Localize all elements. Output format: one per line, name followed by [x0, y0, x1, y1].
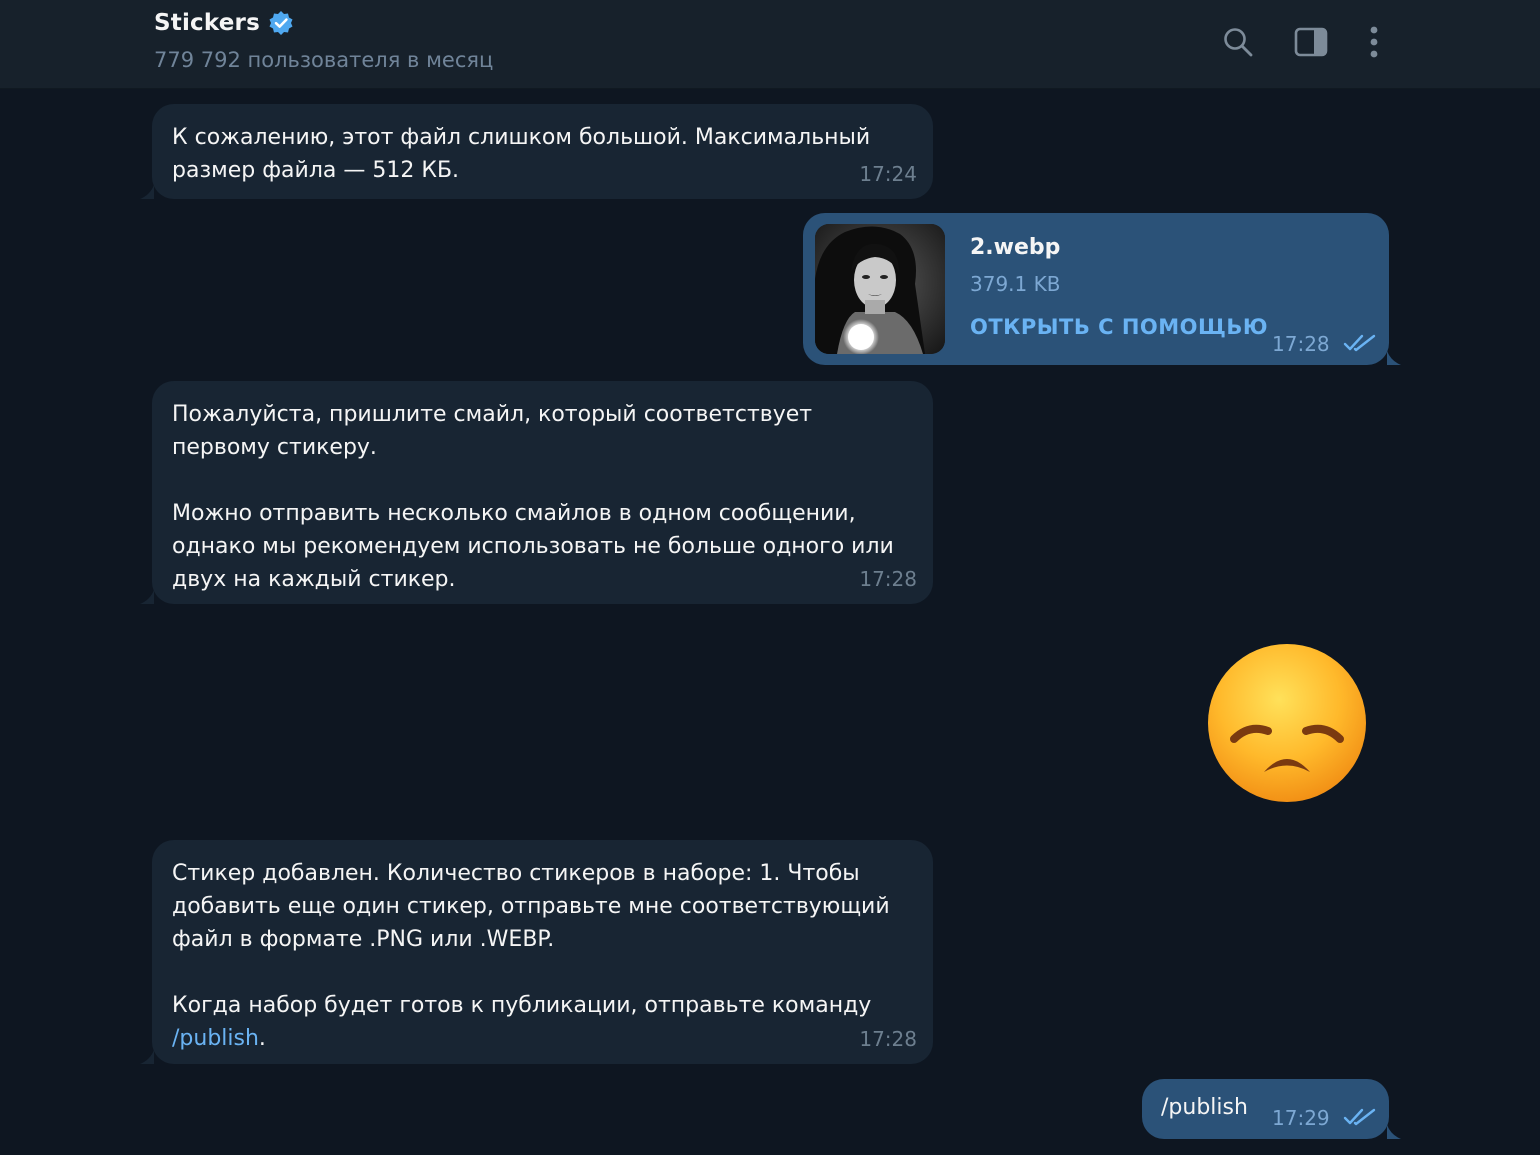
search-icon[interactable] [1218, 22, 1258, 62]
bubble-tail [140, 1050, 154, 1064]
message-time: 17:28 [1272, 332, 1330, 356]
file-size: 379.1 KB [970, 272, 1061, 296]
incoming-message[interactable]: Стикер добавлен. Количество стикеров в н… [140, 840, 933, 1064]
more-vertical-icon[interactable] [1354, 22, 1394, 62]
chat-title-row[interactable]: Stickers [154, 10, 294, 36]
message-time: 17:24 [859, 162, 917, 186]
incoming-message[interactable]: К сожалению, этот файл слишком большой. … [140, 104, 933, 199]
message-text: К сожалению, этот файл слишком большой. … [172, 125, 871, 183]
message-list[interactable]: К сожалению, этот файл слишком большой. … [0, 89, 1540, 1155]
open-with-button[interactable]: ОТКРЫТЬ С ПОМОЩЬЮ [970, 315, 1268, 339]
file-thumbnail[interactable] [815, 224, 945, 354]
chat-header: Stickers 779 792 пользователя в месяц [0, 0, 1540, 89]
bubble-tail [1387, 351, 1401, 365]
bubble-tail [140, 185, 154, 199]
message-text: Когда набор будет готов к публикации, от… [172, 989, 913, 1055]
emoji-sticker[interactable] [1206, 642, 1368, 804]
chat-subtitle: 779 792 пользователя в месяц [154, 48, 494, 72]
message-text-part: . [258, 1026, 266, 1051]
message-time: 17:29 [1272, 1106, 1330, 1130]
incoming-message[interactable]: Пожалуйста, пришлите смайл, который соот… [140, 381, 933, 604]
message-text: /publish [1161, 1095, 1248, 1120]
verified-badge-icon [269, 11, 293, 35]
double-check-icon [1343, 1108, 1376, 1126]
message-time: 17:28 [859, 1027, 917, 1051]
bubble-tail [140, 590, 154, 604]
outgoing-message[interactable]: /publish 17:29 [1142, 1079, 1401, 1139]
message-text: Можно отправить несколько смайлов в одно… [172, 501, 894, 592]
message-time: 17:28 [859, 567, 917, 591]
sidebar-toggle-icon[interactable] [1291, 22, 1331, 62]
message-text: Стикер добавлен. Количество стикеров в н… [172, 861, 890, 952]
bubble-tail [1387, 1125, 1401, 1139]
message-text-part: Когда набор будет готов к публикации, от… [172, 993, 872, 1018]
disappointed-face-icon [1208, 644, 1366, 802]
file-name[interactable]: 2.webp [970, 235, 1060, 260]
chat-title[interactable]: Stickers [154, 10, 260, 36]
double-check-icon [1343, 334, 1376, 352]
message-text: Пожалуйста, пришлите смайл, который соот… [172, 402, 813, 460]
outgoing-file-message[interactable]: 2.webp 379.1 KB ОТКРЫТЬ С ПОМОЩЬЮ 17:28 [803, 213, 1401, 365]
publish-command-link[interactable]: /publish [172, 1026, 259, 1051]
